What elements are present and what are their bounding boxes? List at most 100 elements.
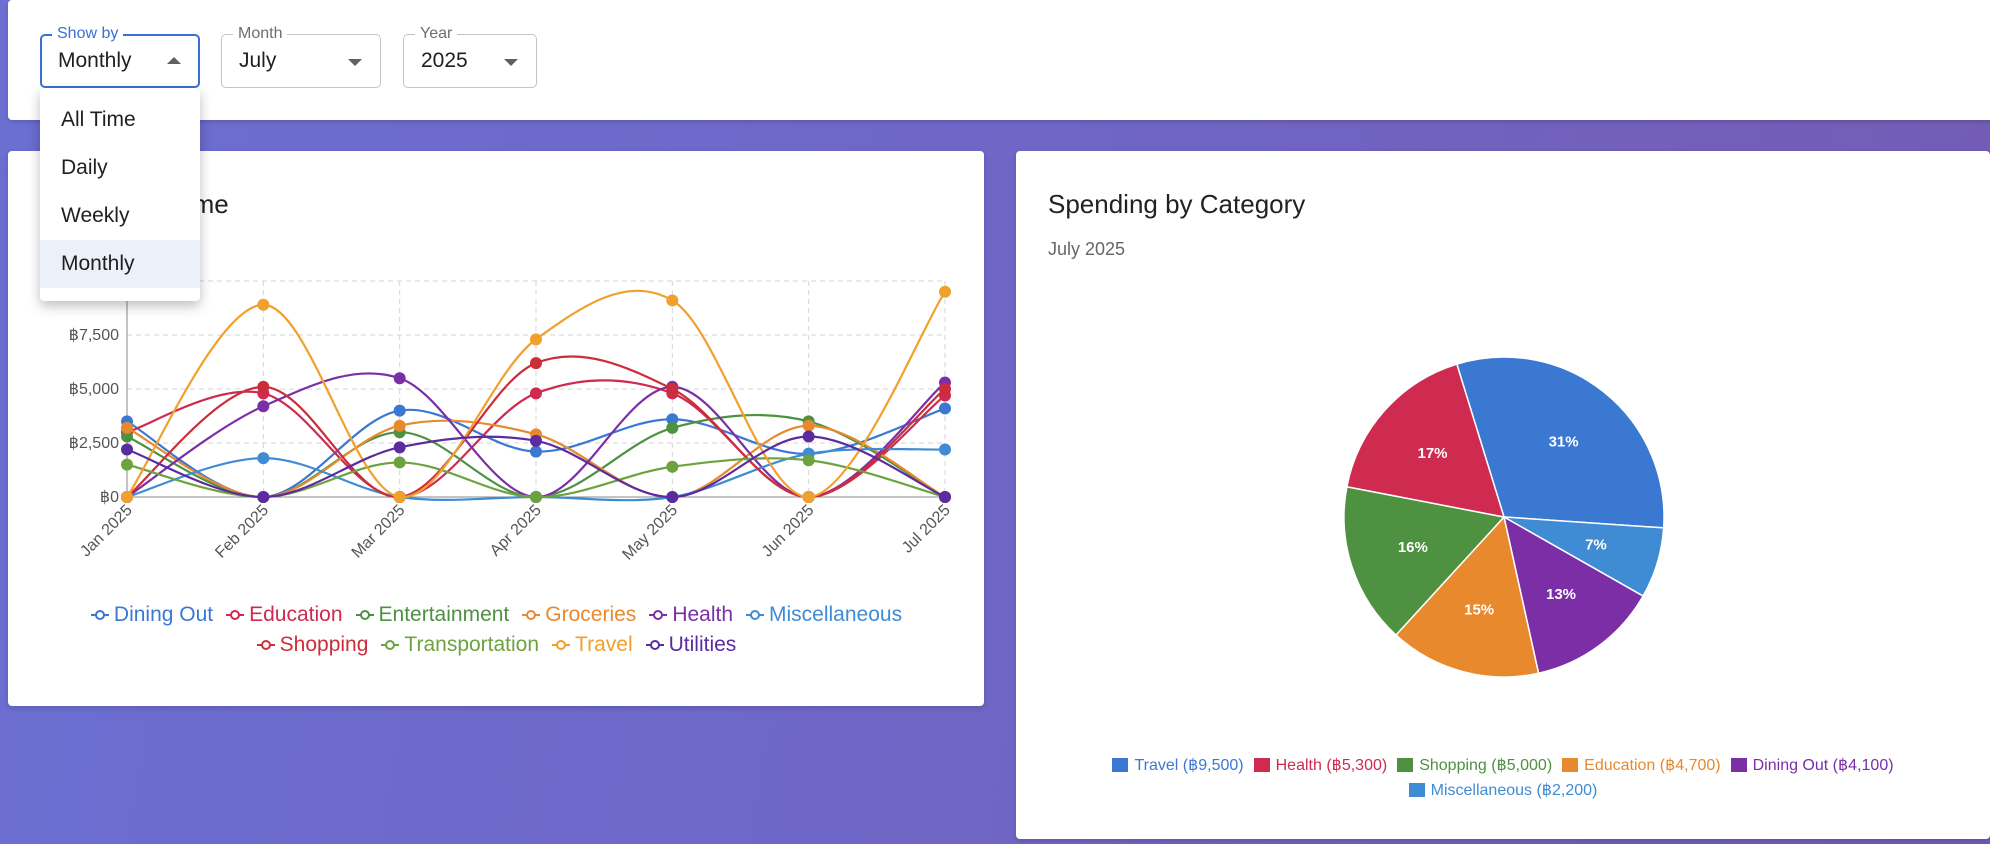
legend-item-dining-out[interactable]: Dining Out (฿4,100) [1730,755,1894,775]
data-point-travel[interactable] [530,333,542,346]
pie-chart-legend: Travel (฿9,500) Health (฿5,300) Shopping (… [1016,755,1990,805]
legend-swatch-icon [1730,758,1747,772]
year-select[interactable]: Year 2025 [403,25,537,88]
legend-item-travel[interactable]: Travel [551,633,633,657]
data-point-shopping[interactable] [257,380,270,393]
x-tick-label: May 2025 [619,502,681,564]
filter-bar: Show by Monthly Month July Year 2025 [8,0,1990,120]
legend-marker-icon [355,610,374,620]
legend-item-health[interactable]: Health [648,603,733,627]
data-point-utilities[interactable] [802,430,815,443]
month-label: Month [233,25,288,43]
data-point-education[interactable] [530,387,542,400]
legend-item-travel[interactable]: Travel (฿9,500) [1112,755,1244,775]
legend-label: Groceries [545,603,637,626]
pie-slice-label: 16% [1398,539,1428,556]
pie-slice-label: 31% [1549,434,1579,451]
legend-swatch-icon [1253,758,1270,772]
legend-item-miscellaneous[interactable]: Miscellaneous (฿2,200) [1408,780,1597,800]
data-point-utilities[interactable] [939,491,951,503]
pie-slice-label: 7% [1585,537,1607,554]
data-point-transportation[interactable] [530,491,542,503]
legend-label: Travel [575,633,633,656]
data-point-entertainment[interactable] [666,421,679,434]
chevron-down-icon [348,59,362,66]
legend-item-education[interactable]: Education (฿4,700) [1562,755,1721,775]
data-point-dining-out[interactable] [393,404,406,417]
legend-swatch-icon [1408,783,1425,797]
line-chart-legend: Dining Out Education Entertainment Grocerie… [8,603,984,663]
data-point-shopping[interactable] [939,383,951,395]
data-point-utilities[interactable] [121,443,133,456]
y-tick-label: ฿0 [100,489,119,506]
x-tick-label: Feb 2025 [212,502,272,562]
data-point-transportation[interactable] [121,458,133,471]
data-point-transportation[interactable] [666,460,679,473]
data-point-miscellaneous[interactable] [257,452,270,465]
legend-item-shopping[interactable]: Shopping [256,633,368,657]
legend-item-entertainment[interactable]: Entertainment [355,603,509,627]
data-point-shopping[interactable] [666,383,679,395]
menu-item-daily[interactable]: Daily [40,144,200,192]
legend-item-dining-out[interactable]: Dining Out [90,603,213,627]
show-by-label: Show by [52,25,124,43]
month-select[interactable]: Month July [221,25,381,88]
legend-marker-icon [649,610,668,620]
x-tick-label: Apr 2025 [487,502,545,560]
data-point-dining-out[interactable] [939,402,951,415]
legend-item-education[interactable]: Education [225,603,343,627]
legend-swatch-icon [1112,758,1129,772]
data-point-utilities[interactable] [393,441,406,454]
data-point-transportation[interactable] [802,454,815,467]
data-point-dining-out[interactable] [530,445,542,458]
legend-label: Travel (฿9,500) [1134,757,1244,774]
data-point-travel[interactable] [121,491,133,503]
month-value: July [239,49,277,72]
menu-item-monthly[interactable]: Monthly [40,240,200,288]
show-by-select[interactable]: Show by Monthly [40,25,200,88]
legend-label: Dining Out (฿4,100) [1752,757,1894,774]
chevron-down-icon [504,59,518,66]
legend-item-transportation[interactable]: Transportation [380,633,539,657]
data-point-health[interactable] [257,400,270,413]
legend-item-shopping[interactable]: Shopping (฿5,000) [1397,755,1552,775]
data-point-utilities[interactable] [257,491,270,503]
legend-marker-icon [645,640,664,650]
legend-marker-icon [226,610,245,620]
data-point-groceries[interactable] [121,421,133,434]
data-point-utilities[interactable] [530,434,542,447]
legend-item-utilities[interactable]: Utilities [645,633,736,657]
menu-item-all-time[interactable]: All Time [40,96,200,144]
pie-slice-label: 13% [1546,586,1576,603]
menu-item-weekly[interactable]: Weekly [40,192,200,240]
data-point-travel[interactable] [257,298,270,311]
spending-by-category-card: Spending by Category July 2025 31% 7% 13% 1… [1016,151,1990,839]
legend-label: Dining Out [113,603,214,626]
data-point-travel[interactable] [939,285,951,298]
data-point-transportation[interactable] [393,456,406,469]
data-point-miscellaneous[interactable] [939,443,951,456]
data-point-travel[interactable] [802,491,815,503]
legend-item-miscellaneous[interactable]: Miscellaneous [745,603,902,627]
x-tick-label: Jun 2025 [759,502,818,561]
data-point-groceries[interactable] [802,419,815,432]
x-tick-label: Mar 2025 [349,502,409,562]
legend-label: Health (฿5,300) [1275,757,1388,774]
legend-item-health[interactable]: Health (฿5,300) [1253,755,1388,775]
legend-marker-icon [746,610,765,620]
data-point-travel[interactable] [393,491,406,503]
data-point-health[interactable] [393,372,406,385]
legend-label: Miscellaneous [769,603,903,626]
pie-chart: 31% 7% 13% 15% 16% 17% [1343,356,1665,678]
data-point-utilities[interactable] [666,491,679,503]
chevron-up-icon [167,57,181,64]
data-point-groceries[interactable] [393,419,406,432]
legend-marker-icon [552,640,571,650]
data-point-shopping[interactable] [530,357,542,370]
pie-slice-label: 15% [1464,602,1494,619]
legend-label: Education [249,603,343,626]
pie-slice-label: 17% [1418,445,1448,462]
legend-marker-icon [522,610,541,620]
legend-item-groceries[interactable]: Groceries [521,603,636,627]
data-point-travel[interactable] [666,294,679,307]
